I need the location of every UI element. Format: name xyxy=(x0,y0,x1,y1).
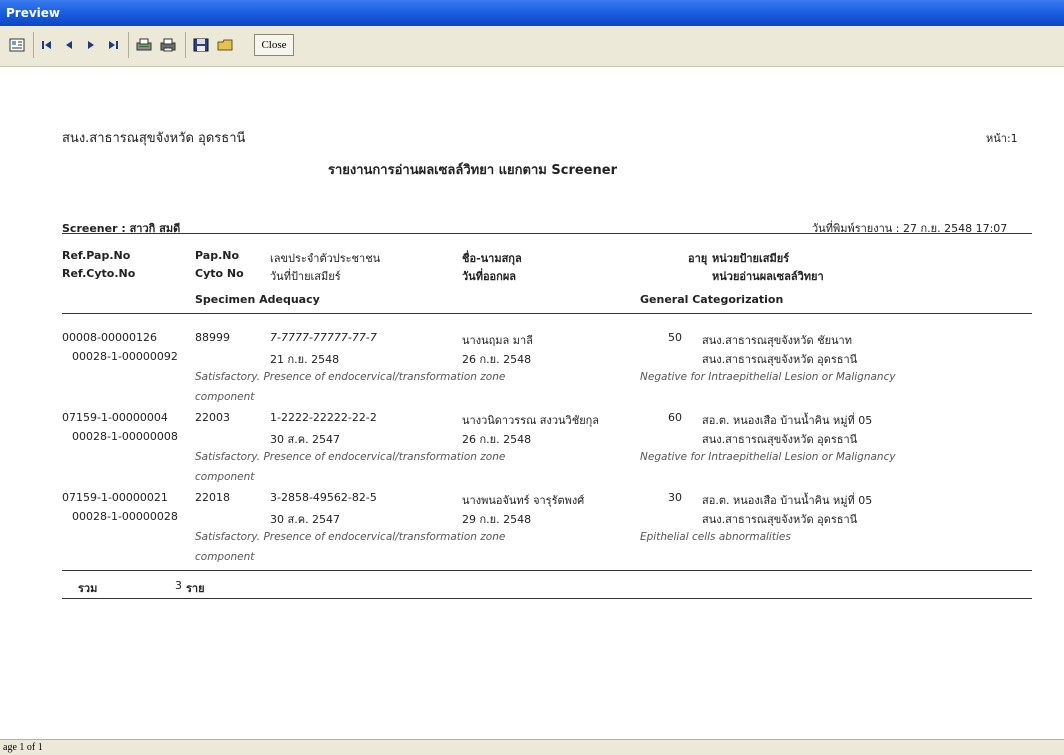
cell-ref-cyto: 00028-1-00000028 xyxy=(72,510,178,523)
first-page-icon[interactable] xyxy=(38,34,56,56)
cell-patient: นางพนอจันทร์ จารุรัตพงศ์ xyxy=(462,494,585,507)
cell-adequacy-cont: component xyxy=(195,551,255,563)
cell-id-no: 3-2858-49562-82-5 xyxy=(270,491,377,504)
cell-ref-cyto: 00028-1-00000092 xyxy=(72,350,178,363)
total-unit: ราย xyxy=(186,582,205,595)
cell-lab-unit: สนง.สาธารณสุขจังหวัด อุดรธานี xyxy=(702,513,858,526)
status-bar: age 1 of 1 xyxy=(0,739,1064,755)
cell-age: 50 xyxy=(668,331,682,344)
cell-adequacy-cont: component xyxy=(195,471,255,483)
screener-line: Screener : สาวกิ สมดี xyxy=(62,222,181,235)
total-top-rule xyxy=(62,570,1032,571)
print-date: วันที่พิมพ์รายงาน : 27 ก.ย. 2548 17:07 xyxy=(812,222,1008,235)
cell-general: Epithelial cells abnormalities xyxy=(640,531,791,543)
cell-ref-pap: 07159-1-00000021 xyxy=(62,491,168,504)
report-page: สนง.สาธารณสุขจังหวัด อุดรธานี หน้า:1 ราย… xyxy=(0,67,1064,739)
cell-collect-date: 30 ส.ค. 2547 xyxy=(270,433,341,446)
previous-page-icon[interactable] xyxy=(60,34,78,56)
cell-patient: นางนฤมล มาลี xyxy=(462,334,533,347)
header-general: General Categorization xyxy=(640,293,784,306)
header-ref-pap: Ref.Pap.No xyxy=(62,249,131,262)
header-age: อายุ xyxy=(688,252,708,265)
header-rule xyxy=(62,233,1032,234)
cell-ref-cyto: 00028-1-00000008 xyxy=(72,430,178,443)
cell-source-unit: สนง.สาธารณสุขจังหวัด ชัยนาท xyxy=(702,334,852,347)
cell-pap-no: 22003 xyxy=(195,411,230,424)
total-label: รวม xyxy=(78,582,98,595)
total-count: 3 xyxy=(175,579,182,592)
page-number-label: หน้า:1 xyxy=(986,132,1018,145)
window-titlebar: Preview xyxy=(0,0,1064,26)
cell-lab-unit: สนง.สาธารณสุขจังหวัด อุดรธานี xyxy=(702,353,858,366)
header-ref-cyto: Ref.Cyto.No xyxy=(62,267,136,280)
cell-result-date: 29 ก.ย. 2548 xyxy=(462,513,532,526)
cell-adequacy: Satisfactory. Presence of endocervical/t… xyxy=(195,451,506,463)
preview-toolbar: Close xyxy=(0,26,1064,67)
report-title: รายงานการอ่านผลเซลล์วิทยา แยกตาม Screene… xyxy=(328,163,617,178)
cell-adequacy-cont: component xyxy=(195,391,255,403)
cell-id-no: 1-2222-22222-22-2 xyxy=(270,411,377,424)
header-cyto-no: Cyto No xyxy=(195,267,244,280)
header-bottom-rule xyxy=(62,313,1032,314)
cell-pap-no: 22018 xyxy=(195,491,230,504)
cell-adequacy: Satisfactory. Presence of endocervical/t… xyxy=(195,371,506,383)
header-patient: ชื่อ-นามสกุล xyxy=(462,252,522,265)
window-title: Preview xyxy=(6,6,61,20)
print-setup-icon[interactable] xyxy=(133,34,155,56)
last-page-icon[interactable] xyxy=(104,34,122,56)
open-icon[interactable] xyxy=(214,34,236,56)
cell-ref-pap: 00008-00000126 xyxy=(62,331,157,344)
header-lab-unit: หน่วยอ่านผลเซลล์วิทยา xyxy=(712,270,824,283)
cell-lab-unit: สนง.สาธารณสุขจังหวัด อุดรธานี xyxy=(702,433,858,446)
header-collect-date: วันที่ป้ายเสมียร์ xyxy=(270,270,341,283)
cell-collect-date: 21 ก.ย. 2548 xyxy=(270,353,340,366)
cell-source-unit: สอ.ต. หนองเสือ บ้านน้ำคิน หมู่ที่ 05 xyxy=(702,414,873,427)
header-result-date: วันที่ออกผล xyxy=(462,270,517,283)
report-org: สนง.สาธารณสุขจังหวัด อุดรธานี xyxy=(62,131,246,146)
close-button[interactable]: Close xyxy=(246,34,302,56)
print-icon[interactable] xyxy=(157,34,179,56)
cell-source-unit: สอ.ต. หนองเสือ บ้านน้ำคิน หมู่ที่ 05 xyxy=(702,494,873,507)
next-page-icon[interactable] xyxy=(82,34,100,56)
cell-adequacy: Satisfactory. Presence of endocervical/t… xyxy=(195,531,506,543)
header-adequacy: Specimen Adequacy xyxy=(195,293,320,306)
header-pap-no: Pap.No xyxy=(195,249,240,262)
cell-id-no: 7-7777-77777-77-7 xyxy=(270,331,377,344)
cell-general: Negative for Intraepithelial Lesion or M… xyxy=(640,371,896,383)
close-button-label: Close xyxy=(254,34,294,56)
save-icon[interactable] xyxy=(190,34,212,56)
cell-result-date: 26 ก.ย. 2548 xyxy=(462,433,532,446)
page-view-icon[interactable] xyxy=(6,34,28,56)
cell-pap-no: 88999 xyxy=(195,331,230,344)
cell-age: 60 xyxy=(668,411,682,424)
cell-collect-date: 30 ส.ค. 2547 xyxy=(270,513,341,526)
header-source-unit: หน่วยป้ายเสมียร์ xyxy=(712,252,790,265)
total-bottom-rule xyxy=(62,598,1032,599)
cell-result-date: 26 ก.ย. 2548 xyxy=(462,353,532,366)
cell-patient: นางวนิดาวรรณ สงวนวิชัยกุล xyxy=(462,414,600,427)
cell-age: 30 xyxy=(668,491,682,504)
page-count-status: age 1 of 1 xyxy=(3,742,43,753)
cell-general: Negative for Intraepithelial Lesion or M… xyxy=(640,451,896,463)
header-id-no: เลขประจำตัวประชาชน xyxy=(270,252,381,265)
cell-ref-pap: 07159-1-00000004 xyxy=(62,411,168,424)
